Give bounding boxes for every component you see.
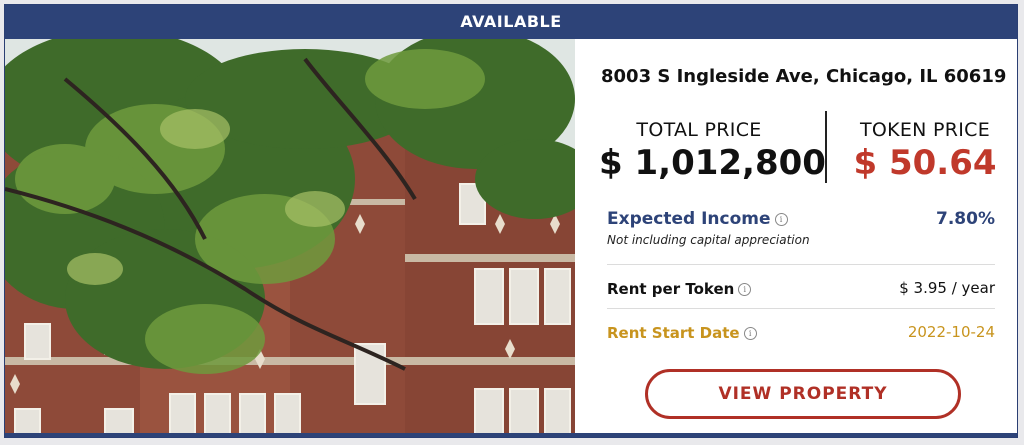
token-price-value: $ 50.64 xyxy=(853,143,997,183)
total-price-value: $ 1,012,800 xyxy=(599,143,826,183)
expected-income-note: Not including capital appreciation xyxy=(607,233,810,247)
total-price-block: TOTAL PRICE $ 1,012,800 xyxy=(599,119,826,183)
availability-banner: AVAILABLE xyxy=(5,5,1017,39)
property-address: 8003 S Ingleside Ave, Chicago, IL 60619 xyxy=(601,66,1007,87)
token-price-label: TOKEN PRICE xyxy=(859,119,991,141)
expected-income-label: Expected Income xyxy=(607,209,771,229)
rent-per-token-row: Rent per Token i $ 3.95 / year xyxy=(607,279,995,298)
info-circle-icon[interactable]: i xyxy=(743,327,757,340)
row-divider xyxy=(607,308,995,309)
price-divider xyxy=(825,111,827,183)
rent-start-date-label: Rent Start Date xyxy=(607,324,740,342)
building-image xyxy=(5,39,575,437)
info-circle-icon[interactable]: i xyxy=(774,213,788,226)
rent-per-token-value: $ 3.95 / year xyxy=(899,279,995,297)
expected-income-value: 7.80% xyxy=(936,209,995,229)
info-circle-icon[interactable]: i xyxy=(738,283,752,296)
token-price-block: TOKEN PRICE $ 50.64 xyxy=(835,119,1015,183)
view-property-button[interactable]: VIEW PROPERTY xyxy=(645,369,961,419)
row-divider xyxy=(607,264,995,265)
rent-start-date-row: Rent Start Date i 2022-10-24 xyxy=(607,323,995,342)
total-price-label: TOTAL PRICE xyxy=(636,119,762,141)
property-card: AVAILABLE 8003 S Ingleside Ave, Chicago,… xyxy=(4,4,1018,438)
listing-details: 8003 S Ingleside Ave, Chicago, IL 60619 … xyxy=(585,39,1017,435)
property-photo[interactable] xyxy=(5,39,575,437)
expected-income-row: Expected Income i 7.80% Not including cap… xyxy=(607,209,995,247)
rent-start-date-value: 2022-10-24 xyxy=(907,323,995,341)
rent-per-token-label: Rent per Token xyxy=(607,280,735,298)
card-bottom-border xyxy=(5,433,1017,437)
